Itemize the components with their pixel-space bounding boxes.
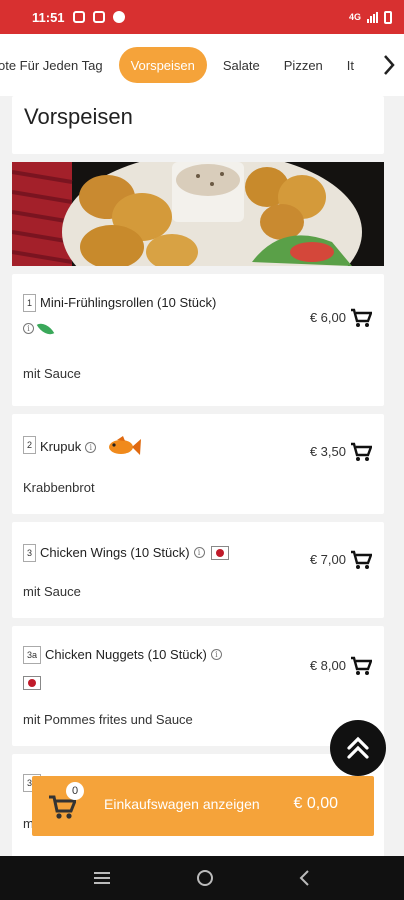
list-item[interactable]: 3 Chicken Wings (10 Stück) i € 7,00 mit Sa… xyxy=(12,522,384,618)
cart-label: Einkaufswagen anzeigen xyxy=(104,796,260,812)
item-price: € 6,00 xyxy=(309,310,346,325)
item-title-row: 2 Krupuk i xyxy=(23,436,143,458)
info-icon[interactable]: i xyxy=(85,441,97,453)
item-description: Krabbenbrot xyxy=(23,480,95,495)
notification-icon xyxy=(92,11,105,23)
item-title-row: 3a Chicken Nuggets (10 Stück) i xyxy=(23,646,222,664)
add-to-cart-icon[interactable] xyxy=(350,550,372,570)
spicy-chili-icon xyxy=(23,675,41,690)
item-number: 3 xyxy=(23,544,37,562)
back-icon[interactable] xyxy=(298,869,312,887)
list-item[interactable]: 3a Chicken Nuggets (10 Stück) i € 8,00 mit… xyxy=(12,626,384,746)
tab-angebote[interactable]: ote Für Jeden Tag xyxy=(0,47,115,83)
vegetarian-leaf-icon xyxy=(36,319,55,339)
tab-vorspeisen[interactable]: Vorspeisen xyxy=(118,47,207,83)
chevron-right-icon xyxy=(384,55,395,75)
info-icon[interactable]: i xyxy=(23,323,34,335)
notification-icon xyxy=(72,11,85,23)
item-name: Krupuk xyxy=(40,439,82,455)
recent-apps-icon[interactable] xyxy=(92,870,112,886)
item-title-row: 1 Mini-Frühlingsrollen (10 Stück) xyxy=(23,294,293,312)
item-price: € 7,00 xyxy=(309,552,346,567)
signal-icon xyxy=(367,11,378,23)
category-tabs: ote Für Jeden Tag Vorspeisen Salate Pizz… xyxy=(0,34,404,96)
tab-pizzen[interactable]: Pizzen xyxy=(272,47,335,83)
tabs-scroll-right-button[interactable] xyxy=(374,44,404,86)
item-description: mit Sauce xyxy=(23,366,81,381)
item-number: 1 xyxy=(23,294,37,312)
item-price: € 3,50 xyxy=(309,444,346,459)
double-chevron-up-icon xyxy=(347,736,369,759)
tab-salate[interactable]: Salate xyxy=(211,47,272,83)
section-title: Vorspeisen xyxy=(24,104,133,129)
item-name: Chicken Nuggets (10 Stück) xyxy=(45,647,207,662)
info-icon[interactable]: i xyxy=(193,547,205,559)
section-header: Vorspeisen xyxy=(12,96,384,154)
add-to-cart-icon[interactable] xyxy=(350,308,372,328)
item-name: Chicken Wings (10 Stück) xyxy=(40,545,190,560)
spicy-chili-icon xyxy=(210,545,229,560)
system-nav-bar xyxy=(0,856,404,900)
status-bar: 11:51 4G xyxy=(0,0,404,34)
item-title-row: 3 Chicken Wings (10 Stück) i xyxy=(23,544,229,562)
fish-icon xyxy=(108,436,141,455)
cart-count-badge: 0 xyxy=(66,782,84,800)
cart-total: € 0,00 xyxy=(293,795,338,812)
item-name: Mini-Frühlingsrollen (10 Stück) xyxy=(40,295,217,310)
add-to-cart-icon[interactable] xyxy=(350,656,372,676)
menu-content: Vorspeisen 1 Mini-Frühlingsrollen (10 Stü… xyxy=(12,96,384,864)
add-to-cart-icon[interactable] xyxy=(350,442,372,462)
category-banner-image xyxy=(12,162,384,266)
status-time: 11:51 xyxy=(32,9,65,25)
info-icon[interactable]: i xyxy=(210,649,222,661)
item-number: 2 xyxy=(23,436,37,454)
food-photo xyxy=(12,162,384,266)
home-icon[interactable] xyxy=(195,868,215,888)
scroll-to-top-button[interactable] xyxy=(330,720,386,776)
list-item[interactable]: 2 Krupuk i € 3,50 Krabbenbrot xyxy=(12,414,384,514)
item-price: € 8,00 xyxy=(309,658,346,673)
battery-icon xyxy=(384,10,392,24)
item-number: 3a xyxy=(23,646,42,664)
view-cart-button[interactable]: 0 Einkaufswagen anzeigen € 0,00 xyxy=(32,776,374,836)
network-type: 4G xyxy=(348,12,361,22)
tab-next-category[interactable]: It xyxy=(335,47,366,83)
notification-icon xyxy=(112,11,125,23)
item-description: mit Pommes frites und Sauce xyxy=(23,712,193,727)
item-description: mit Sauce xyxy=(23,584,81,599)
list-item[interactable]: 1 Mini-Frühlingsrollen (10 Stück) i € 6,0… xyxy=(12,274,384,406)
